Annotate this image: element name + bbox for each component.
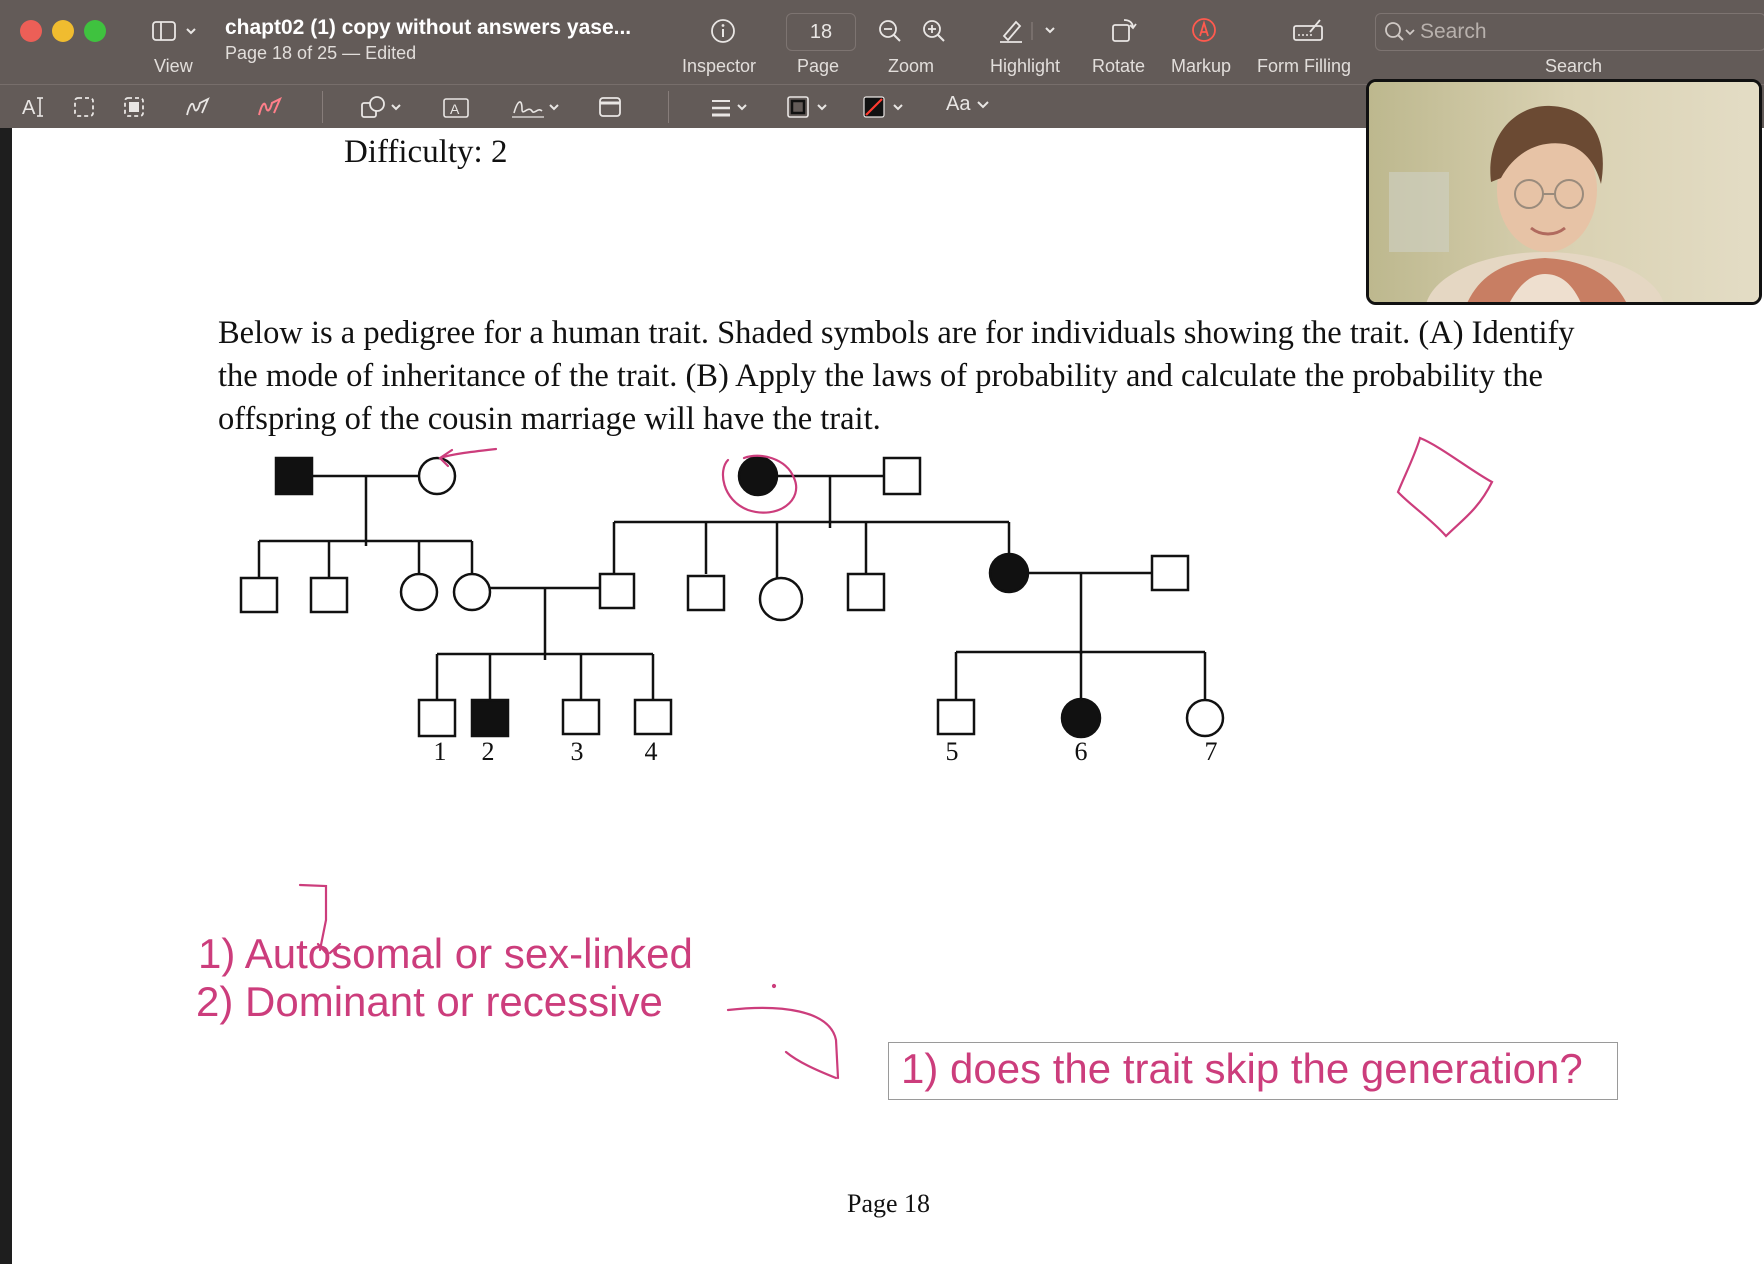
page-number-field[interactable]: 18 [786,13,856,51]
document-title[interactable]: chapt02 (1) copy without answers yase... [225,16,631,40]
participant-video [1369,82,1759,302]
close-window-button[interactable] [20,20,42,42]
fill-color-icon[interactable] [862,95,908,119]
view-label: View [154,56,193,76]
page-label: Page [797,56,840,76]
rotate-icon[interactable] [1110,16,1138,44]
annotation-note-1[interactable]: 1) Autosomal or sex-linked [198,930,693,978]
text-style-label: Aa [946,93,971,115]
svg-text:A: A [22,97,36,119]
text-box-icon[interactable]: A [442,97,470,119]
divider-2 [668,91,669,123]
markup-label: Markup [1171,56,1232,76]
line-style-icon[interactable] [710,97,752,119]
shapes-icon[interactable] [360,95,406,119]
annotation-note-2[interactable]: 2) Dominant or recessive [196,978,663,1026]
annotation-text-box-label: 1) does the trait skip the generation? [901,1045,1583,1092]
page-number: Page 18 [847,1189,931,1218]
text-selection-icon[interactable]: A [22,95,48,119]
search-field[interactable]: Search [1375,13,1764,51]
form-filling-label: Form Filling [1257,56,1352,76]
zoom-out-icon[interactable] [877,18,903,44]
note-icon[interactable] [598,96,622,118]
highlight-label: Highlight [990,56,1061,76]
markup-icon[interactable] [1190,16,1218,44]
rect-selection-icon[interactable] [73,96,95,118]
smart-lasso-icon[interactable] [123,96,145,118]
search-placeholder: Search [1420,20,1487,43]
divider-1 [322,91,323,123]
sidebar-toggle-icon[interactable] [152,20,198,44]
text-style-button[interactable]: Aa [946,93,990,116]
annotation-text-box[interactable]: 1) does the trait skip the generation? [888,1042,1618,1100]
sidebar-edge [0,128,12,1264]
signature-icon[interactable] [510,95,562,121]
difficulty-text: Difficulty: 2 [344,134,508,170]
inspector-icon[interactable] [710,18,736,44]
draw-icon[interactable] [256,95,284,119]
svg-text:A: A [450,101,460,117]
minimize-window-button[interactable] [52,20,74,42]
zoom-window-button[interactable] [84,20,106,42]
question-text: Below is a pedigree for a human trait. S… [218,315,1575,437]
video-call-thumbnail[interactable] [1366,79,1762,305]
search-label: Search [1545,56,1603,76]
inspector-label: Inspector [682,56,757,76]
highlight-icon[interactable] [998,16,1068,44]
search-icon [1384,21,1418,43]
zoom-label: Zoom [888,56,935,76]
sketch-icon[interactable] [184,95,212,119]
form-filling-icon[interactable] [1292,18,1324,44]
rotate-label: Rotate [1092,56,1146,76]
border-color-icon[interactable] [786,95,832,119]
document-subtitle: Page 18 of 25 — Edited [225,43,417,63]
chevron-down-icon [977,101,989,109]
zoom-in-icon[interactable] [921,18,947,44]
